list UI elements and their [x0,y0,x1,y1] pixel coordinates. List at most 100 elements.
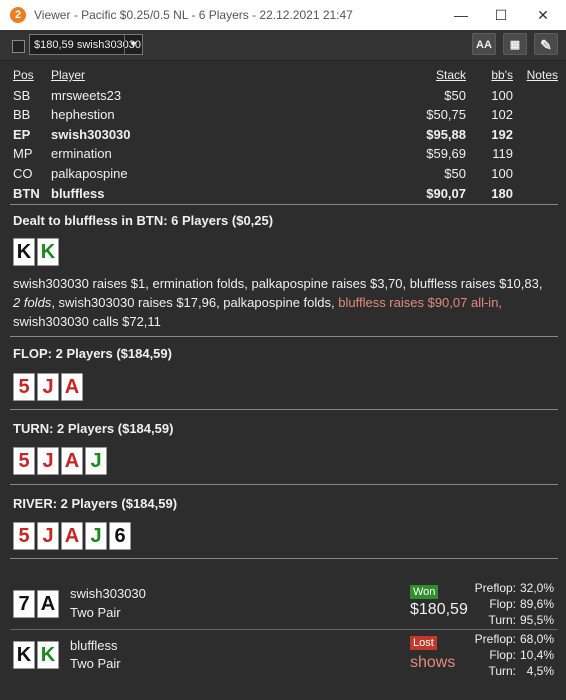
minimize-button[interactable]: — [446,4,476,26]
toolbar: $180,59 swish303030 ▼ AA ▦ ✎ [0,30,566,61]
row-stack: $50,75 [426,107,466,123]
action-allin: bluffless raises $90,07 all-in, [338,295,503,310]
card: J [37,373,59,401]
won-badge: Won [410,585,439,599]
table-row[interactable]: SB mrsweets23 $50 100 [13,86,560,106]
stat-label: Turn: [488,664,516,678]
table-row[interactable]: EP swish303030 $95,88 192 [13,125,560,145]
stat-label: Turn: [488,613,516,627]
card: 5 [13,447,35,475]
river-title: RIVER: 2 Players ($184,59) [13,496,178,511]
result-player: swish303030 [70,586,146,601]
card: K [13,641,35,669]
row-player: palkapospine [51,165,128,181]
shows-label: shows [410,654,456,671]
table-row[interactable]: CO palkapospine $50 100 [13,164,560,184]
result-hand: Two Pair [70,656,121,671]
divider [10,558,558,559]
row-pos: EP [13,126,31,142]
row-bbs: 100 [491,165,513,181]
row-player: swish303030 [51,126,131,142]
table-row[interactable]: BTN bluffless $90,07 180 [13,184,560,204]
card: J [85,522,107,550]
stat-label: Preflop: [474,632,516,646]
row-player: ermination [51,146,112,162]
row-stack: $50 [444,165,466,181]
row-bbs: 119 [492,146,513,162]
row-player: hephestion [51,107,115,123]
stat-value: 89,6% [519,597,554,611]
row-stack: $50 [444,87,466,103]
grid-icon[interactable]: ▦ [503,33,527,55]
card: 5 [13,522,35,550]
card: J [85,447,107,475]
row-pos: BB [13,107,31,123]
stat-value: 32,0% [519,581,554,595]
header-player[interactable]: Player [51,66,85,86]
action-text: swish303030 raises $1, ermination folds,… [13,276,543,291]
header-bbs[interactable]: bb's [491,66,513,86]
divider [10,409,558,410]
header-stack[interactable]: Stack [436,66,466,86]
row-bbs: 102 [491,107,513,123]
divider [10,484,558,485]
player-table: Pos Player Stack bb's Notes SB mrsweets2… [13,66,560,203]
hand-checkbox[interactable] [12,40,25,53]
card: J [37,447,59,475]
card: A [61,447,83,475]
stat-label: Flop: [489,597,516,611]
flop-title: FLOP: 2 Players ($184,59) [13,346,172,361]
result-player: bluffless [70,638,118,653]
font-size-button[interactable]: AA [472,33,496,55]
row-pos: MP [13,146,33,162]
divider [10,336,558,337]
divider [10,204,558,205]
card: K [37,641,59,669]
turn-title: TURN: 2 Players ($184,59) [13,421,174,436]
action-folds: 2 folds [13,295,52,310]
stat-label: Flop: [489,648,516,662]
card: J [37,522,59,550]
card: K [13,238,35,266]
title-bar: 2 Viewer - Pacific $0.25/0.5 NL - 6 Play… [0,0,566,30]
card: K [37,238,59,266]
stat-value: 4,5% [526,664,554,678]
stat-label: Preflop: [474,581,516,595]
row-player: mrsweets23 [51,87,122,103]
divider [10,629,558,630]
lost-badge: Lost [410,636,437,650]
card: 5 [13,373,35,401]
app-logo-icon: 2 [10,7,26,23]
card: 7 [13,590,35,618]
table-row[interactable]: MP ermination $59,69 119 [13,144,560,164]
result-hand: Two Pair [70,605,121,620]
header-notes[interactable]: Notes [527,66,558,86]
action-text: swish303030 calls $72,11 [13,314,161,329]
edit-icon[interactable]: ✎ [534,33,558,55]
row-stack: $90,07 [426,185,466,201]
action-text: , swish303030 raises $17,96, palkapospin… [51,295,339,310]
row-player: bluffless [51,185,105,201]
card: 6 [109,522,131,550]
stat-value: 95,5% [519,613,554,627]
card: A [61,373,83,401]
maximize-button[interactable]: ☐ [486,4,516,26]
table-row[interactable]: BB hephestion $50,75 102 [13,105,560,125]
preflop-title: Dealt to bluffless in BTN: 6 Players ($0… [13,213,274,228]
hand-select[interactable]: $180,59 swish303030 ▼ [29,34,143,55]
stat-value: 68,0% [519,632,554,646]
row-stack: $95,88 [426,126,466,142]
row-pos: BTN [13,185,40,201]
row-stack: $59,69 [426,146,466,162]
preflop-actions: swish303030 raises $1, ermination folds,… [13,274,558,331]
table-header: Pos Player Stack bb's Notes [13,66,560,86]
header-pos[interactable]: Pos [13,66,34,86]
close-button[interactable]: ✕ [528,4,558,26]
card: A [37,590,59,618]
row-bbs: 100 [491,87,513,103]
chevron-down-icon[interactable]: ▼ [124,35,142,54]
row-pos: SB [13,87,31,103]
card: A [61,522,83,550]
row-bbs: 180 [491,185,513,201]
window-title: Viewer - Pacific $0.25/0.5 NL - 6 Player… [34,8,353,22]
